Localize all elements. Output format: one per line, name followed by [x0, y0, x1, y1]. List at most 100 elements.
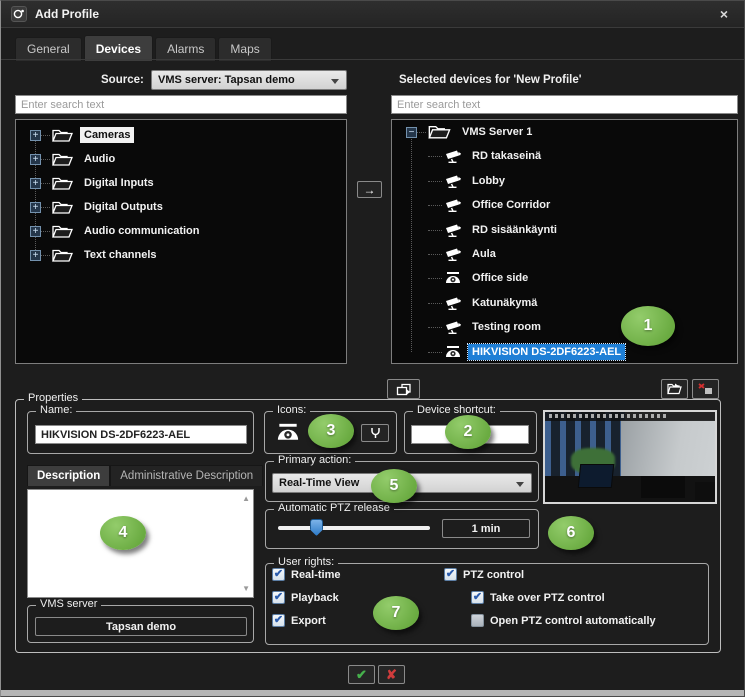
tree-item-device[interactable]: Aula: [468, 246, 500, 262]
search-input-right[interactable]: [391, 95, 738, 114]
tree-row: Aula: [428, 243, 745, 265]
tab-maps[interactable]: Maps: [218, 37, 271, 61]
preview-monitor: [641, 476, 685, 498]
tree-item-digital-inputs[interactable]: Digital Inputs: [80, 175, 158, 191]
tree-row: + Digital Outputs: [16, 196, 346, 218]
chevron-down-icon: [516, 482, 524, 487]
remove-device-button[interactable]: [692, 379, 719, 399]
name-input[interactable]: [35, 425, 247, 444]
tab-administrative-description[interactable]: Administrative Description: [110, 465, 263, 486]
tree-item-audio[interactable]: Audio: [80, 151, 119, 167]
tree-item-device[interactable]: Testing room: [468, 319, 545, 335]
tree-row: RD takaseinä: [428, 145, 745, 167]
playback-checkbox[interactable]: ✔: [272, 591, 285, 604]
step-marker-1: 1: [621, 306, 675, 346]
cancel-button[interactable]: ✘: [378, 665, 405, 684]
ptz-release-value: 1 min: [442, 519, 530, 538]
tab-general[interactable]: General: [15, 37, 82, 61]
primary-action-label: Primary action:: [274, 454, 355, 466]
checkbox-row: ✔ Take over PTZ control: [471, 591, 605, 604]
folder-icon: [52, 176, 74, 191]
folder-icon: [52, 248, 74, 263]
bullet-camera-icon: [444, 296, 462, 311]
export-checkbox[interactable]: ✔: [272, 614, 285, 627]
source-device-tree: + Cameras + Audio + Digital Inputs + Dig…: [15, 119, 347, 364]
preview-osd-bar: [545, 412, 715, 421]
source-value: VMS server: Tapsan demo: [158, 74, 295, 86]
folder-icon: [52, 200, 74, 215]
tree-item-device-selected[interactable]: HIKVISION DS-2DF6223-AEL: [468, 344, 625, 360]
tree-row: Katunäkymä: [428, 292, 745, 314]
step-marker-5: 5: [371, 469, 417, 503]
tree-item-device[interactable]: Office side: [468, 270, 532, 286]
checkbox-label: Real-time: [291, 569, 341, 581]
source-label: Source:: [101, 74, 143, 86]
tree-item-device[interactable]: RD sisäänkäynti: [468, 222, 561, 238]
user-rights-label: User rights:: [274, 556, 338, 568]
tree-row: Office Corridor: [428, 194, 745, 216]
window-bottom-edge: [1, 690, 744, 696]
move-right-button[interactable]: →: [357, 181, 382, 198]
replace-icon: [396, 383, 412, 396]
tab-devices[interactable]: Devices: [84, 35, 153, 61]
scroll-down-icon[interactable]: ▼: [242, 584, 250, 593]
checkbox-row: ✔ Open PTZ control automatically: [471, 614, 656, 627]
tree-item-device[interactable]: Katunäkymä: [468, 295, 541, 311]
expand-plus-icon[interactable]: +: [30, 130, 41, 141]
ok-button[interactable]: ✔: [348, 665, 375, 684]
preview-monitor: [695, 482, 717, 500]
checkbox-row: ✔ Real-time: [272, 568, 341, 581]
folder-icon: [52, 152, 74, 167]
wrench-icon: [370, 427, 381, 439]
expand-plus-icon[interactable]: +: [30, 202, 41, 213]
description-tabstrip: Description Administrative Description: [27, 465, 263, 486]
ptz-control-checkbox[interactable]: ✔: [444, 568, 457, 581]
tree-connector: [411, 136, 412, 352]
checkbox-label: Export: [291, 615, 326, 627]
checkbox-label: Open PTZ control automatically: [490, 615, 656, 627]
tree-item-device[interactable]: RD takaseinä: [468, 148, 545, 164]
expand-plus-icon[interactable]: +: [30, 226, 41, 237]
tree-row: − VMS Server 1: [392, 121, 737, 143]
open-ptz-automatically-checkbox[interactable]: ✔: [471, 614, 484, 627]
replace-device-button[interactable]: [387, 379, 420, 399]
tree-row: Testing room: [428, 316, 745, 338]
scroll-up-icon[interactable]: ▲: [242, 494, 250, 503]
checkbox-label: Take over PTZ control: [490, 592, 605, 604]
tree-item-text-channels[interactable]: Text channels: [80, 247, 161, 263]
vms-server-label: VMS server: [36, 598, 101, 610]
dome-camera-icon: [444, 271, 462, 285]
tab-alarms[interactable]: Alarms: [155, 37, 216, 61]
bullet-camera-icon: [444, 320, 462, 335]
search-input-left[interactable]: [15, 95, 347, 114]
expand-plus-icon[interactable]: +: [30, 250, 41, 261]
change-icon-button[interactable]: [361, 424, 389, 442]
properties-label: Properties: [24, 392, 82, 404]
tree-row: + Audio communication: [16, 220, 346, 242]
dialog-title: Add Profile: [35, 7, 99, 21]
expand-plus-icon[interactable]: +: [30, 178, 41, 189]
tree-item-vms-server-1[interactable]: VMS Server 1: [458, 124, 536, 140]
ptz-release-slider-track[interactable]: [278, 526, 430, 530]
take-over-ptz-checkbox[interactable]: ✔: [471, 591, 484, 604]
tab-description[interactable]: Description: [27, 465, 110, 486]
tree-row: + Digital Inputs: [16, 172, 346, 194]
source-dropdown[interactable]: VMS server: Tapsan demo: [151, 70, 347, 90]
name-label: Name:: [36, 404, 76, 416]
tree-item-digital-outputs[interactable]: Digital Outputs: [80, 199, 167, 215]
move-to-folder-button[interactable]: [661, 379, 688, 399]
app-icon: [11, 6, 27, 22]
bullet-camera-icon: [444, 247, 462, 262]
tree-item-audio-communication[interactable]: Audio communication: [80, 223, 204, 239]
step-marker-2: 2: [445, 415, 491, 449]
tree-item-device[interactable]: Office Corridor: [468, 197, 554, 213]
realtime-checkbox[interactable]: ✔: [272, 568, 285, 581]
checkbox-row: ✔ PTZ control: [444, 568, 524, 581]
collapse-minus-icon[interactable]: −: [406, 127, 417, 138]
tree-row: Office side: [428, 267, 745, 289]
tree-item-cameras[interactable]: Cameras: [80, 127, 134, 143]
expand-plus-icon[interactable]: +: [30, 154, 41, 165]
tree-item-device[interactable]: Lobby: [468, 173, 509, 189]
dome-camera-icon: [444, 345, 462, 359]
close-icon[interactable]: ×: [716, 7, 732, 23]
